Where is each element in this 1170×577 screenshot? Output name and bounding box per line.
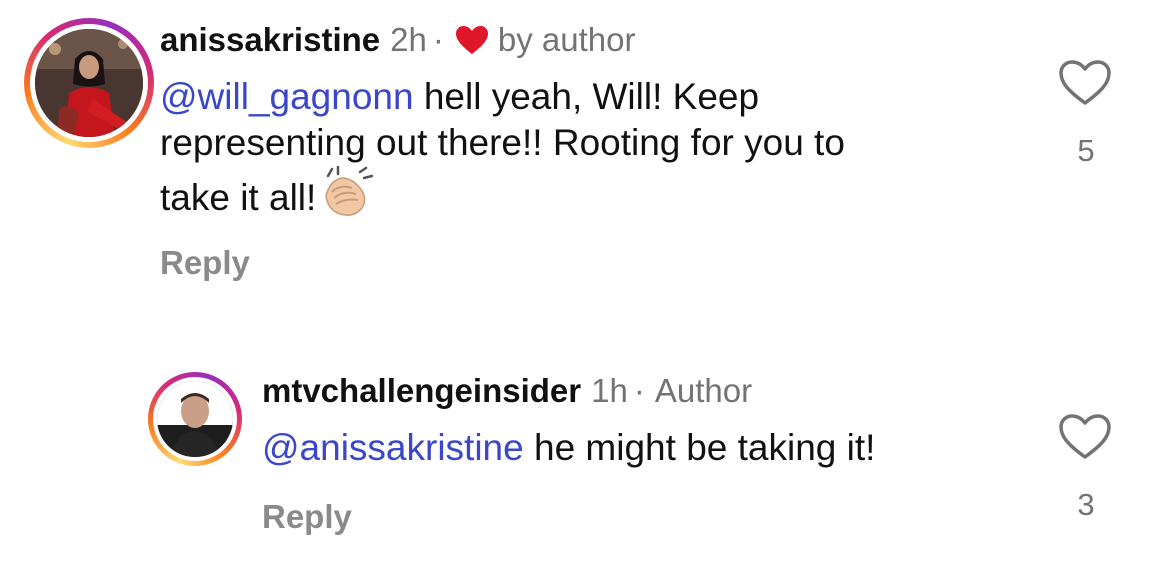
reply-button[interactable]: Reply	[160, 244, 250, 282]
mention-link[interactable]: @will_gagnonn	[160, 76, 414, 117]
timestamp: 1h	[591, 372, 628, 409]
comment-text: @anissakristine he might be taking it!	[262, 427, 876, 468]
username[interactable]: mtvchallengeinsider	[262, 371, 581, 411]
avatar[interactable]	[157, 381, 233, 457]
comment-meta: mtvchallengeinsider 1h · Author	[262, 371, 752, 411]
separator: ·	[432, 21, 444, 58]
avatar[interactable]	[35, 29, 143, 137]
mention-link[interactable]: @anissakristine	[262, 427, 524, 468]
clapping-hands-icon	[316, 165, 374, 218]
heart-outline-icon[interactable]	[1057, 412, 1113, 462]
username[interactable]: anissakristine	[160, 20, 380, 60]
red-heart-icon	[454, 24, 490, 56]
author-badge: Author	[654, 372, 753, 409]
like-count: 5	[1077, 133, 1095, 168]
separator: ·	[633, 372, 645, 409]
like-count: 3	[1077, 487, 1095, 522]
comment-text: @will_gagnonn hell yeah, Will! Keep repr…	[160, 76, 845, 218]
liked-by-author-label: by author	[497, 21, 636, 58]
comment-meta: anissakristine 2h · by author	[160, 20, 635, 60]
reply-button[interactable]: Reply	[262, 498, 352, 536]
heart-outline-icon[interactable]	[1057, 58, 1113, 108]
timestamp: 2h	[390, 21, 427, 58]
